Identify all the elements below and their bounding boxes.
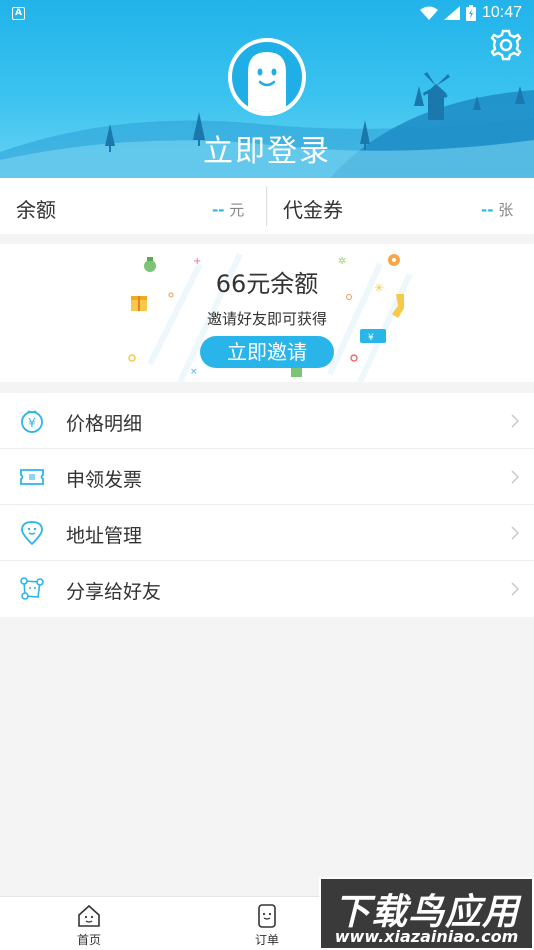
location-icon: [21, 521, 43, 546]
settings-gear-icon[interactable]: [489, 28, 523, 62]
ticket-icon: ¥: [360, 329, 386, 343]
chevron-right-icon: [511, 470, 520, 484]
home-icon: [78, 904, 100, 927]
watermark-url: www.xiazainiao.com: [334, 927, 519, 946]
voucher-value: --: [481, 201, 494, 219]
menu-item-label: 地址管理: [66, 525, 143, 547]
wifi-icon: [419, 6, 438, 20]
menu-item-address[interactable]: 地址管理: [0, 505, 534, 561]
balance-label: 余额: [16, 198, 56, 222]
watermark-logo: 下载鸟应用 www.xiazainiao.com: [319, 877, 534, 950]
voucher-label: 代金券: [283, 198, 343, 222]
menu-list: ¥ 价格明细 申领发票 地址管理 分享给好友: [0, 393, 534, 617]
menu-item-label: 分享给好友: [66, 581, 162, 603]
share-icon: [20, 577, 44, 600]
invite-button[interactable]: 立即邀请: [200, 336, 334, 368]
signal-icon: [443, 6, 460, 20]
status-time: 10:47: [481, 4, 522, 21]
balance-row: 余额 -- 元 代金券 -- 张: [0, 178, 534, 234]
chevron-right-icon: [511, 526, 520, 540]
notification-a-icon: A: [12, 7, 25, 20]
menu-item-share[interactable]: 分享给好友: [0, 561, 534, 617]
invoice-icon: [20, 469, 44, 485]
menu-item-label: 价格明细: [66, 413, 143, 435]
status-bar: A 10:47: [0, 0, 534, 28]
balance-value: --: [212, 201, 225, 219]
nav-home[interactable]: 首页: [49, 903, 129, 948]
voucher-unit: 张: [498, 201, 514, 219]
voucher-cell[interactable]: 代金券 -- 张: [267, 178, 533, 234]
svg-text:×: ×: [190, 367, 198, 377]
ghost-avatar-icon: [248, 52, 286, 112]
avatar[interactable]: [228, 38, 306, 116]
nav-orders-label: 订单: [254, 933, 279, 947]
chevron-right-icon: [511, 414, 520, 428]
nav-home-label: 首页: [76, 933, 101, 947]
nav-orders[interactable]: 订单: [227, 903, 307, 948]
banner-title: 66元余额: [215, 270, 319, 298]
login-button[interactable]: 立即登录: [0, 126, 534, 170]
battery-icon: [465, 5, 476, 21]
menu-item-price-details[interactable]: ¥ 价格明细: [0, 393, 534, 449]
profile-header: A 10:47 立即登录: [0, 0, 534, 178]
balance-cell[interactable]: 余额 -- 元: [0, 178, 266, 234]
svg-text:¥: ¥: [28, 416, 36, 430]
shopping-bag-icon: [291, 367, 302, 377]
menu-item-invoice[interactable]: 申领发票: [0, 449, 534, 505]
price-icon: ¥: [21, 410, 43, 433]
banner-subtitle: 邀请好友即可获得: [206, 310, 327, 328]
svg-text:¥: ¥: [368, 333, 374, 343]
menu-item-label: 申领发票: [66, 469, 143, 491]
balance-unit: 元: [229, 201, 245, 219]
invite-banner[interactable]: + × ✲ ✳ ¥ 66元余额 邀请好友即可获得 立即邀请: [0, 244, 534, 382]
order-icon: [258, 904, 276, 928]
chevron-right-icon: [511, 582, 520, 596]
